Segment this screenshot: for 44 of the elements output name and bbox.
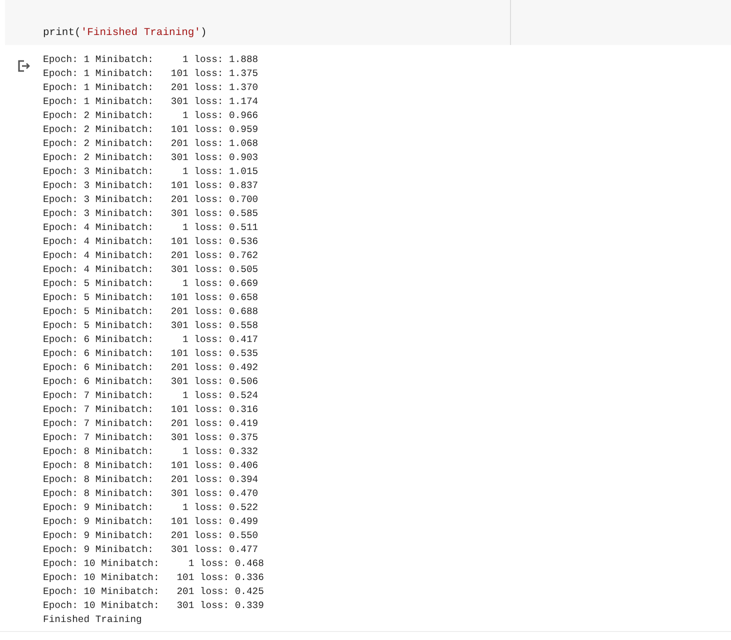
output-line: Epoch: 3 Minibatch: 1 loss: 1.015 <box>43 165 258 179</box>
output-line: Epoch: 7 Minibatch: 301 loss: 0.375 <box>43 431 258 445</box>
output-line: Epoch: 6 Minibatch: 201 loss: 0.492 <box>43 361 258 375</box>
output-line: Epoch: 7 Minibatch: 1 loss: 0.524 <box>43 389 258 403</box>
output-line: Epoch: 3 Minibatch: 101 loss: 0.837 <box>43 179 258 193</box>
output-line: Epoch: 5 Minibatch: 301 loss: 0.558 <box>43 319 258 333</box>
code-line: print('Finished Training') <box>43 26 207 40</box>
output-line: Epoch: 6 Minibatch: 301 loss: 0.506 <box>43 375 258 389</box>
output-line: Epoch: 1 Minibatch: 1 loss: 1.888 <box>43 53 258 67</box>
output-line: Epoch: 7 Minibatch: 201 loss: 0.419 <box>43 417 258 431</box>
output-line: Epoch: 8 Minibatch: 1 loss: 0.332 <box>43 445 258 459</box>
output-line: Epoch: 10 Minibatch: 1 loss: 0.468 <box>43 557 264 571</box>
output-line: Epoch: 4 Minibatch: 101 loss: 0.536 <box>43 235 258 249</box>
output-line: Epoch: 9 Minibatch: 201 loss: 0.550 <box>43 529 258 543</box>
output-line: Epoch: 8 Minibatch: 301 loss: 0.470 <box>43 487 258 501</box>
output-line: Epoch: 2 Minibatch: 301 loss: 0.903 <box>43 151 258 165</box>
output-line: Epoch: 1 Minibatch: 301 loss: 1.174 <box>43 95 258 109</box>
output-line: Epoch: 8 Minibatch: 101 loss: 0.406 <box>43 459 258 473</box>
output-line: Epoch: 6 Minibatch: 1 loss: 0.417 <box>43 333 258 347</box>
output-line: Epoch: 3 Minibatch: 201 loss: 0.700 <box>43 193 258 207</box>
output-line: Epoch: 10 Minibatch: 201 loss: 0.425 <box>43 585 264 599</box>
output-line: Epoch: 2 Minibatch: 101 loss: 0.959 <box>43 123 258 137</box>
output-line: Epoch: 8 Minibatch: 201 loss: 0.394 <box>43 473 258 487</box>
output-line: Epoch: 9 Minibatch: 1 loss: 0.522 <box>43 501 258 515</box>
output-line: Epoch: 4 Minibatch: 1 loss: 0.511 <box>43 221 258 235</box>
output-line: Epoch: 5 Minibatch: 1 loss: 0.669 <box>43 277 258 291</box>
output-line: Epoch: 9 Minibatch: 301 loss: 0.477 <box>43 543 258 557</box>
output-line: Epoch: 2 Minibatch: 1 loss: 0.966 <box>43 109 258 123</box>
output-line: Epoch: 6 Minibatch: 101 loss: 0.535 <box>43 347 258 361</box>
output-icon[interactable] <box>18 60 31 72</box>
output-line: Epoch: 2 Minibatch: 201 loss: 1.068 <box>43 137 258 151</box>
output-line: Epoch: 10 Minibatch: 101 loss: 0.336 <box>43 571 264 585</box>
output-line: Finished Training <box>43 613 142 627</box>
output-line: Epoch: 10 Minibatch: 301 loss: 0.339 <box>43 599 264 613</box>
output-line: Epoch: 1 Minibatch: 101 loss: 1.375 <box>43 67 258 81</box>
code-cell[interactable]: print('Finished Training') <box>5 0 731 45</box>
output-line: Epoch: 7 Minibatch: 101 loss: 0.316 <box>43 403 258 417</box>
output-line: Epoch: 4 Minibatch: 301 loss: 0.505 <box>43 263 258 277</box>
output-line: Epoch: 1 Minibatch: 201 loss: 1.370 <box>43 81 258 95</box>
output-line: Epoch: 4 Minibatch: 201 loss: 0.762 <box>43 249 258 263</box>
output-line: Epoch: 5 Minibatch: 101 loss: 0.658 <box>43 291 258 305</box>
output-line: Epoch: 3 Minibatch: 301 loss: 0.585 <box>43 207 258 221</box>
output-line: Epoch: 9 Minibatch: 101 loss: 0.499 <box>43 515 258 529</box>
output-line: Epoch: 5 Minibatch: 201 loss: 0.688 <box>43 305 258 319</box>
